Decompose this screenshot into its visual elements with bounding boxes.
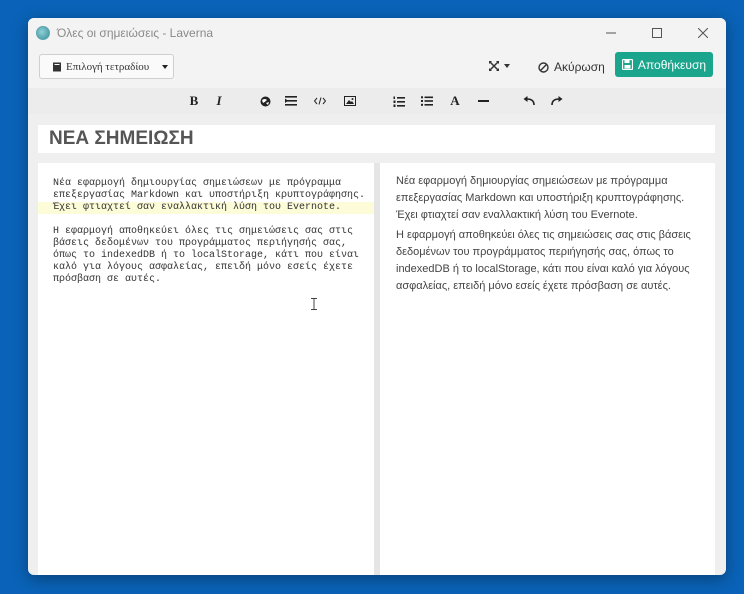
markdown-editor[interactable]: Νέα εφαρμογή δημιουργίας σημειώσεων με π…: [38, 163, 374, 575]
notebook-select[interactable]: Επιλογή τετραδίου: [39, 54, 174, 79]
editor-line: καλό για λόγους ασφαλείας, επειδή μόνο ε…: [53, 262, 354, 273]
text-cursor-icon: [311, 298, 317, 310]
fullscreen-button[interactable]: [488, 60, 510, 72]
minimize-button[interactable]: [588, 18, 634, 48]
preview-paragraph: Η εφαρμογή αποθηκεύει όλες τις σημειώσει…: [396, 229, 691, 292]
chevron-down-icon: [162, 65, 168, 69]
notebook-select-label: Επιλογή τετραδίου: [66, 60, 150, 73]
preview-paragraph: Νέα εφαρμογή δημιουργίας σημειώσεων με π…: [396, 175, 685, 221]
save-label: Αποθήκευση: [637, 57, 707, 72]
bold-button[interactable]: B: [185, 92, 203, 110]
cancel-label: Ακύρωση: [554, 60, 605, 74]
editor-line: όπως το indexedDB ή το localStorage, κάτ…: [53, 250, 360, 261]
cancel-button[interactable]: Ακύρωση: [538, 60, 605, 74]
undo-icon: [523, 96, 535, 106]
unordered-list-icon: [421, 96, 433, 106]
app-window: Όλες οι σημειώσεις - Laverna Επιλογή τετ…: [28, 18, 726, 575]
save-button[interactable]: Αποθήκευση: [615, 52, 713, 77]
editor-line: πρόσβαση σε αυτές.: [53, 274, 162, 285]
title-bar: Όλες οι σημειώσεις - Laverna: [28, 18, 726, 48]
redo-button[interactable]: [548, 92, 566, 110]
image-icon: [344, 96, 356, 106]
close-icon: [698, 28, 708, 38]
italic-button[interactable]: I: [210, 92, 228, 110]
note-title-container: [38, 125, 715, 153]
book-icon: [53, 62, 61, 71]
undo-button[interactable]: [520, 92, 538, 110]
editor-line: Η εφαρμογή αποθηκεύει όλες τις σημειώσει…: [53, 226, 354, 237]
window-controls: [588, 18, 726, 48]
app-icon: [36, 26, 50, 40]
markdown-preview: Νέα εφαρμογή δημιουργίας σημειώσεων με π…: [380, 163, 715, 575]
editor-line: Νέα εφαρμογή δημιουργίας σημειώσεων με π…: [53, 178, 342, 189]
maximize-icon: [652, 28, 662, 38]
maximize-button[interactable]: [634, 18, 680, 48]
horizontal-rule-button[interactable]: [474, 92, 492, 110]
window-title: Όλες οι σημειώσεις - Laverna: [57, 26, 214, 40]
minimize-icon: [606, 32, 616, 34]
note-title-input[interactable]: [38, 125, 715, 153]
code-button[interactable]: [311, 92, 329, 110]
font-button[interactable]: A: [446, 92, 464, 110]
image-button[interactable]: [341, 92, 359, 110]
chevron-down-icon: [504, 64, 510, 68]
ordered-list-button[interactable]: [390, 92, 408, 110]
cancel-icon: [538, 61, 549, 73]
fullscreen-icon: [489, 61, 499, 71]
editor-line: βάσεις δεδομένων του προγράμματος περιήγ…: [53, 238, 348, 249]
editor-line: επεξεργασίας Markdown και υποστήριξη κρυ…: [53, 190, 366, 201]
editor-line: Έχει φτιαχτεί σαν εναλλακτική λύση του E…: [53, 202, 342, 213]
horizontal-rule-icon: [477, 100, 489, 102]
close-button[interactable]: [680, 18, 726, 48]
link-icon: [260, 96, 270, 106]
ordered-list-icon: [393, 96, 405, 107]
blockquote-button[interactable]: [282, 92, 300, 110]
save-icon: [621, 59, 633, 70]
unordered-list-button[interactable]: [418, 92, 436, 110]
redo-icon: [551, 96, 563, 106]
code-icon: [314, 97, 326, 105]
link-button[interactable]: [256, 92, 274, 110]
format-toolbar: B I A: [28, 88, 726, 114]
quote-icon: [285, 96, 297, 106]
